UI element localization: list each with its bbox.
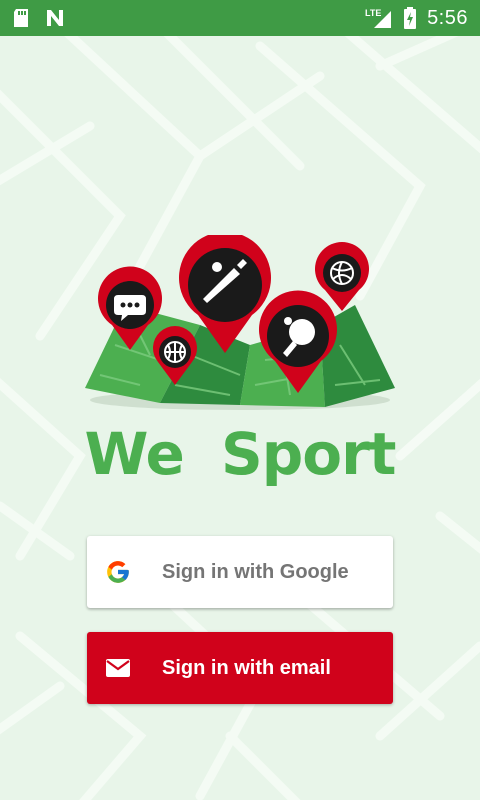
sign-in-email-button[interactable]: Sign in with email xyxy=(87,632,393,704)
status-bar: LTE 5:56 xyxy=(0,0,480,36)
hero-illustration xyxy=(85,235,395,410)
sign-in-email-label: Sign in with email xyxy=(162,656,331,679)
sd-card-icon xyxy=(14,9,28,27)
network-type-label: LTE xyxy=(365,8,381,18)
app-title: We Sport xyxy=(84,420,397,488)
sign-in-google-label: Sign in with Google xyxy=(162,560,349,583)
mail-icon xyxy=(106,659,130,677)
status-time: 5:56 xyxy=(427,6,468,29)
sign-in-google-button[interactable]: Sign in with Google xyxy=(87,536,393,608)
basketball-icon xyxy=(164,341,186,363)
n-logo-icon xyxy=(47,10,63,26)
google-g-icon xyxy=(107,561,129,583)
battery-icon xyxy=(404,7,417,29)
signal-icon: LTE xyxy=(365,8,392,28)
